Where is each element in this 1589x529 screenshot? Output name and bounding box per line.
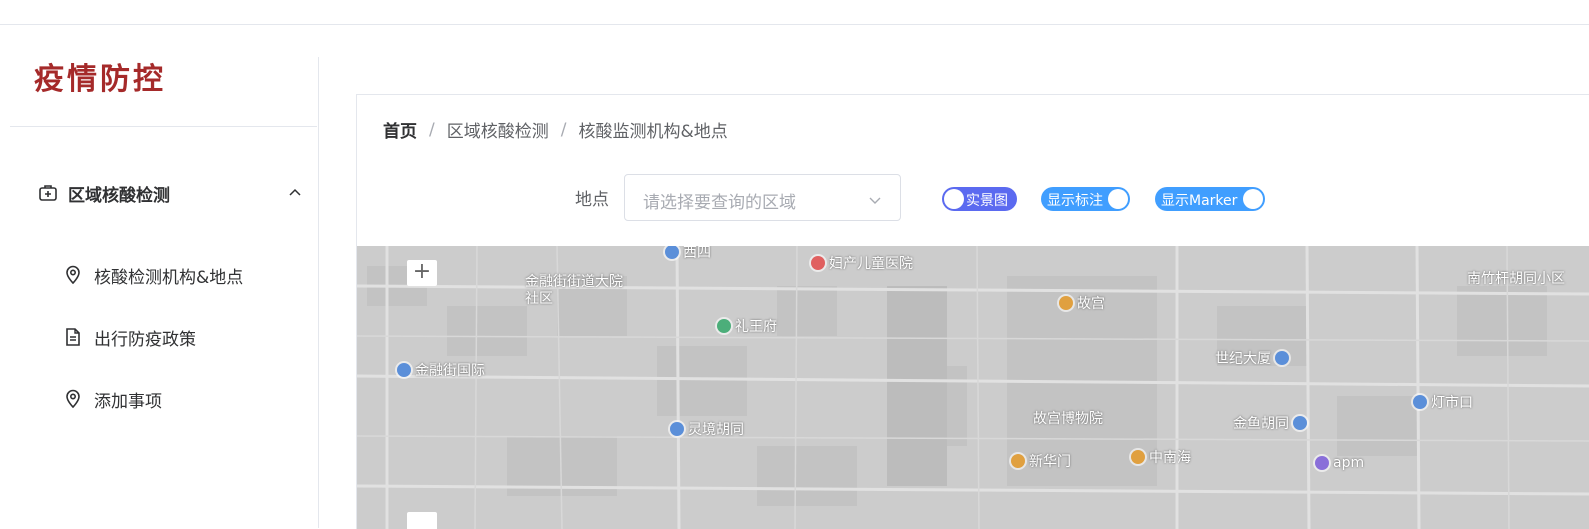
switch-label: 显示标注 bbox=[1047, 193, 1103, 209]
main-content: 首页 / 区域核酸检测 / 核酸监测机构&地点 地点 请选择要查询的区域 实景图… bbox=[356, 94, 1589, 529]
breadcrumb-current: 核酸监测机构&地点 bbox=[578, 122, 728, 142]
sidebar-item-label: 添加事项 bbox=[94, 391, 162, 412]
map-poi[interactable]: 南竹杆胡同小区 bbox=[1467, 268, 1565, 288]
region-select-placeholder: 请选择要查询的区域 bbox=[643, 193, 796, 213]
shopping-icon bbox=[1315, 456, 1329, 470]
satellite-switch[interactable]: 实景图 bbox=[942, 187, 1017, 211]
document-icon bbox=[64, 327, 82, 347]
landmark-icon bbox=[717, 319, 731, 333]
scenic-icon bbox=[1059, 296, 1073, 310]
medical-kit-icon bbox=[38, 183, 58, 203]
map-poi[interactable]: 金鱼胡同 bbox=[1233, 413, 1311, 433]
logo-divider bbox=[10, 126, 317, 127]
location-label: 地点 bbox=[575, 190, 609, 210]
map-poi[interactable]: 西四 bbox=[665, 246, 711, 262]
map-poi[interactable]: 灯市口 bbox=[1413, 392, 1473, 412]
location-pin-icon bbox=[64, 265, 82, 285]
region-select[interactable]: 请选择要查询的区域 bbox=[624, 174, 901, 221]
hospital-icon bbox=[811, 256, 825, 270]
switch-label: 实景图 bbox=[966, 193, 1008, 209]
map-poi[interactable]: 妇产儿童医院 bbox=[811, 253, 913, 273]
switch-label: 显示Marker bbox=[1161, 193, 1238, 209]
map-poi[interactable]: 故宫 bbox=[1059, 293, 1105, 313]
satellite-map[interactable]: + 西四 妇产儿童医院 金融街街道大院社区 礼王府 故宫 南竹杆胡同小区 金融街… bbox=[357, 246, 1589, 529]
sidebar-item-test-sites[interactable]: 核酸检测机构&地点 bbox=[64, 260, 243, 290]
sidebar-item-add-item[interactable]: 添加事项 bbox=[64, 384, 162, 414]
breadcrumb: 首页 / 区域核酸检测 / 核酸监测机构&地点 bbox=[383, 117, 728, 143]
map-poi[interactable]: 金融街国际 bbox=[397, 360, 485, 380]
map-poi[interactable]: 故宫博物院 bbox=[1033, 408, 1103, 428]
sidebar-item-label: 出行防疫政策 bbox=[94, 329, 196, 350]
breadcrumb-region[interactable]: 区域核酸检测 bbox=[447, 117, 549, 142]
map-poi[interactable]: 灵境胡同 bbox=[670, 419, 744, 439]
map-poi[interactable]: 金融街街道大院社区 bbox=[525, 274, 635, 308]
zoom-out-button[interactable] bbox=[407, 512, 437, 529]
menu-group-label: 区域核酸检测 bbox=[68, 185, 170, 206]
metro-icon bbox=[1293, 416, 1307, 430]
map-poi[interactable]: 新华门 bbox=[1011, 451, 1071, 471]
map-poi[interactable]: 礼王府 bbox=[717, 316, 777, 336]
map-poi[interactable]: 中南海 bbox=[1131, 447, 1191, 467]
sidebar-item-label: 核酸检测机构&地点 bbox=[94, 267, 244, 288]
map-poi[interactable]: 世纪大厦 bbox=[1215, 348, 1293, 368]
chevron-down-icon bbox=[868, 192, 882, 204]
breadcrumb-separator: / bbox=[560, 119, 567, 140]
breadcrumb-separator: / bbox=[429, 119, 435, 140]
show-marker-switch[interactable]: 显示Marker bbox=[1155, 187, 1265, 211]
metro-icon bbox=[670, 422, 684, 436]
metro-icon bbox=[665, 246, 679, 259]
metro-icon bbox=[1413, 395, 1427, 409]
zoom-in-button[interactable]: + bbox=[407, 260, 437, 286]
map-poi[interactable]: apm bbox=[1315, 455, 1364, 471]
location-pin-icon bbox=[64, 389, 82, 409]
switch-knob bbox=[1108, 189, 1128, 209]
app-logo: 疫情防控 bbox=[34, 62, 166, 97]
scenic-icon bbox=[1131, 450, 1145, 464]
scenic-icon bbox=[1011, 454, 1025, 468]
switch-knob bbox=[1243, 189, 1263, 209]
top-divider bbox=[0, 24, 1589, 25]
show-labels-switch[interactable]: 显示标注 bbox=[1041, 187, 1130, 211]
breadcrumb-home[interactable]: 首页 bbox=[383, 117, 417, 142]
switch-knob bbox=[944, 189, 964, 209]
menu-group-region-test[interactable]: 区域核酸检测 bbox=[38, 177, 308, 209]
building-icon bbox=[1275, 351, 1289, 365]
sidebar-item-travel-policy[interactable]: 出行防疫政策 bbox=[64, 322, 196, 352]
chevron-up-icon bbox=[288, 185, 302, 199]
building-icon bbox=[397, 363, 411, 377]
sidebar: 疫情防控 区域核酸检测 核酸检测机构&地点 出行防疫政策 添加事项 bbox=[10, 57, 319, 528]
